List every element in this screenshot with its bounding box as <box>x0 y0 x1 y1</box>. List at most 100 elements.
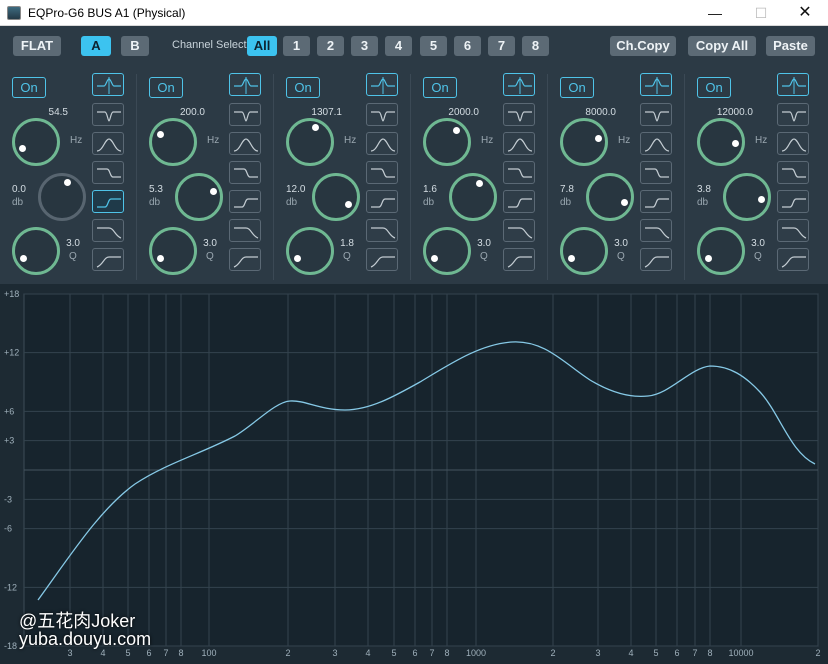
bandpass-filter-button[interactable] <box>777 132 809 155</box>
low-shelf-filter-button[interactable] <box>366 190 398 213</box>
high-pass-icon <box>644 256 669 268</box>
band-3: On 1307.1 Hz 12.0 db 1.8 Q <box>274 70 409 284</box>
channel-all-button[interactable]: All <box>247 36 277 56</box>
high-pass-filter-button[interactable] <box>503 248 535 271</box>
high-pass-filter-button[interactable] <box>366 248 398 271</box>
x-tick-label: 7 <box>163 648 168 658</box>
band-on-button[interactable]: On <box>560 77 594 98</box>
bandpass-filter-button[interactable] <box>640 132 672 155</box>
gain-knob[interactable] <box>586 173 634 221</box>
notch-filter-button[interactable] <box>366 103 398 126</box>
close-button[interactable]: ✕ <box>782 0 828 26</box>
channel-6-button[interactable]: 6 <box>454 36 481 56</box>
high-pass-filter-button[interactable] <box>640 248 672 271</box>
paste-button[interactable]: Paste <box>766 36 815 56</box>
maximize-button[interactable]: ☐ <box>738 0 784 26</box>
notch-filter-button[interactable] <box>92 103 124 126</box>
frequency-knob[interactable] <box>697 118 745 166</box>
high-shelf-filter-button[interactable] <box>777 161 809 184</box>
channel-3-button[interactable]: 3 <box>351 36 378 56</box>
low-pass-filter-button[interactable] <box>503 219 535 242</box>
band-on-button[interactable]: On <box>423 77 457 98</box>
channel-copy-button[interactable]: Ch.Copy <box>610 36 676 56</box>
gain-knob[interactable] <box>449 173 497 221</box>
low-pass-filter-button[interactable] <box>229 219 261 242</box>
low-shelf-filter-button[interactable] <box>229 190 261 213</box>
high-pass-filter-button[interactable] <box>777 248 809 271</box>
high-shelf-filter-button[interactable] <box>92 161 124 184</box>
low-pass-filter-button[interactable] <box>777 219 809 242</box>
bandpass-filter-button[interactable] <box>92 132 124 155</box>
peak-filter-button[interactable] <box>229 73 261 96</box>
band-on-button[interactable]: On <box>286 77 320 98</box>
band-q-unit: Q <box>69 251 77 262</box>
low-shelf-filter-button[interactable] <box>640 190 672 213</box>
q-knob[interactable] <box>423 227 471 275</box>
peak-filter-button[interactable] <box>366 73 398 96</box>
peak-icon <box>508 77 532 94</box>
high-shelf-icon <box>234 168 258 178</box>
knob-indicator <box>311 124 319 132</box>
notch-filter-button[interactable] <box>229 103 261 126</box>
low-shelf-filter-button[interactable] <box>777 190 809 213</box>
copy-all-button[interactable]: Copy All <box>688 36 756 56</box>
q-knob[interactable] <box>12 227 60 275</box>
low-shelf-filter-button[interactable] <box>92 190 124 213</box>
band-1: On 54.5 Hz 0.0 db 3.0 Q <box>0 70 135 284</box>
high-shelf-filter-button[interactable] <box>503 161 535 184</box>
high-shelf-filter-button[interactable] <box>640 161 672 184</box>
preset-a-button[interactable]: A <box>81 36 111 56</box>
channel-1-button[interactable]: 1 <box>283 36 310 56</box>
high-pass-filter-button[interactable] <box>92 248 124 271</box>
bandpass-filter-button[interactable] <box>366 132 398 155</box>
notch-filter-button[interactable] <box>640 103 672 126</box>
low-shelf-filter-button[interactable] <box>503 190 535 213</box>
low-pass-icon <box>645 227 670 239</box>
peak-icon <box>371 77 395 94</box>
band-on-button[interactable]: On <box>12 77 46 98</box>
notch-filter-button[interactable] <box>777 103 809 126</box>
bandpass-filter-button[interactable] <box>229 132 261 155</box>
frequency-knob[interactable] <box>286 118 334 166</box>
q-knob[interactable] <box>697 227 745 275</box>
gain-knob[interactable] <box>312 173 360 221</box>
low-pass-filter-button[interactable] <box>640 219 672 242</box>
channel-8-button[interactable]: 8 <box>522 36 549 56</box>
frequency-knob[interactable] <box>423 118 471 166</box>
gain-knob[interactable] <box>38 173 86 221</box>
channel-5-button[interactable]: 5 <box>420 36 447 56</box>
q-knob[interactable] <box>286 227 334 275</box>
channel-4-button[interactable]: 4 <box>385 36 412 56</box>
knob-indicator <box>63 179 71 187</box>
low-pass-filter-button[interactable] <box>366 219 398 242</box>
band-on-button[interactable]: On <box>697 77 731 98</box>
peak-filter-button[interactable] <box>640 73 672 96</box>
bandpass-filter-button[interactable] <box>503 132 535 155</box>
high-shelf-filter-button[interactable] <box>366 161 398 184</box>
bandpass-icon <box>370 138 396 152</box>
minimize-button[interactable]: — <box>692 0 738 26</box>
flat-button[interactable]: FLAT <box>13 36 61 56</box>
high-shelf-filter-button[interactable] <box>229 161 261 184</box>
peak-filter-button[interactable] <box>777 73 809 96</box>
band-frequency-value: 2000.0 <box>448 107 479 118</box>
frequency-knob[interactable] <box>560 118 608 166</box>
peak-filter-button[interactable] <box>92 73 124 96</box>
q-knob[interactable] <box>149 227 197 275</box>
gain-knob[interactable] <box>723 173 771 221</box>
eq-response-graph[interactable]: 3 4 5 6 7 8 100 2 3 4 5 6 7 8 1000 2 3 4 5 6 7 8 10000 2 +18 +12 +… <box>0 284 828 664</box>
peak-filter-button[interactable] <box>503 73 535 96</box>
preset-b-button[interactable]: B <box>121 36 149 56</box>
q-knob[interactable] <box>560 227 608 275</box>
notch-filter-button[interactable] <box>503 103 535 126</box>
low-pass-filter-button[interactable] <box>92 219 124 242</box>
channel-7-button[interactable]: 7 <box>488 36 515 56</box>
frequency-knob[interactable] <box>12 118 60 166</box>
bandpass-icon <box>781 138 807 152</box>
high-pass-filter-button[interactable] <box>229 248 261 271</box>
channel-2-button[interactable]: 2 <box>317 36 344 56</box>
gain-knob[interactable] <box>175 173 223 221</box>
frequency-knob[interactable] <box>149 118 197 166</box>
y-tick-label: -3 <box>4 494 12 504</box>
band-on-button[interactable]: On <box>149 77 183 98</box>
